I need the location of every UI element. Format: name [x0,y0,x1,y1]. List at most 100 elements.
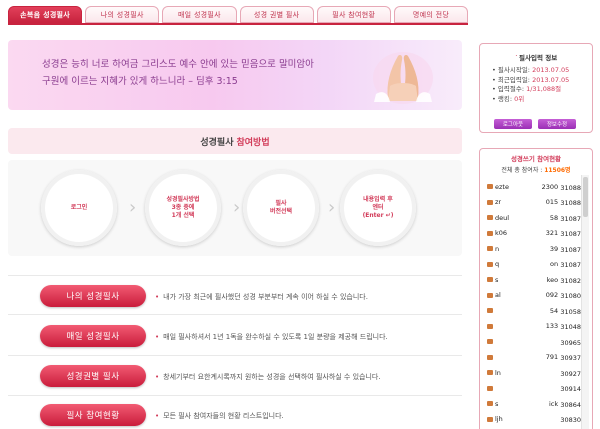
tab-participation-status[interactable]: 필사 참여현황 [316,6,391,23]
participant-list[interactable]: ezte 2300 31088절 zr 015 31088절 deul 58 31087절 k06… [487,179,587,429]
step-3-line-2: 버전선택 [269,208,293,215]
list-item: al 092 31080절 [487,288,587,304]
list-item: s ick 30864절 [487,396,587,412]
list-item: 30965절 [487,334,587,350]
user-icon [487,416,493,422]
participant-partial: 133 [545,322,559,331]
participant-partial: 54 [549,306,559,315]
copy-info-title: ˙필사입력 정보 [514,54,558,62]
list-item: 30914절 [487,381,587,397]
user-icon [487,215,493,221]
participant-partial: 791 [545,353,559,362]
step-select-version: 필사 버전선택 [243,170,319,246]
verse-line-2: 구원에 이르는 지혜가 있게 하느니라 – 딤후 3:15 [42,76,238,87]
user-icon [487,323,493,329]
divider [8,355,462,356]
book-copy-desc: • 창세기부터 요한계시록까지 원하는 성경을 선택하여 필사하실 수 있습니다. [155,373,381,381]
user-icon [487,292,493,298]
tab-book-copy[interactable]: 성경 권별 필사 [239,6,314,23]
list-item: 54 31058절 [487,303,587,319]
list-item: 791 30937절 [487,350,587,366]
user-icon [487,199,493,205]
list-item: ln 30927절 [487,365,587,381]
list-item: 133 31048절 [487,319,587,335]
participant-list-scrollbar[interactable] [581,175,589,429]
list-item: ljh 30830절 [487,412,587,428]
chevron-right-icon: › [328,197,336,218]
praying-hands-image [373,52,433,104]
participant-partial: 321 [545,229,559,238]
step-2-line-1: 성경필사방법 [166,196,200,203]
step-1-text: 로그인 [70,204,88,211]
tab-daily-copy[interactable]: 매일 성경필사 [162,6,237,23]
ranking: • 랭킹: 0위 [492,94,525,103]
top-navigation: 손복음 성경필사 나의 성경필사 매일 성경필사 성경 권별 필사 필사 참여현… [8,6,469,23]
user-icon [487,401,493,407]
participant-partial: ick [549,399,559,408]
participant-name: k06 [495,229,508,238]
daily-copy-button[interactable]: 매일 성경필사 [40,325,146,347]
edit-info-button[interactable]: 정보수정 [538,119,576,129]
user-icon [487,385,493,391]
divider [8,314,462,315]
participant-partial: 2300 [541,182,559,191]
step-2-line-3: 1개 선택 [171,212,195,219]
step-4-line-1: 내용입력 후 [363,196,393,203]
participant-name: q [495,260,500,269]
participant-partial: 092 [545,291,559,300]
user-icon [487,339,493,345]
list-item: zr 015 31088절 [487,195,587,211]
step-2-line-2: 3종 중에 [171,204,195,211]
step-4-line-3: (Enter ↵) [362,212,394,219]
step-enter-content: 내용입력 후 엔터 (Enter ↵) [340,170,416,246]
status-title: 성경쓰기 참여현황 [510,155,562,163]
verse-line-1: 성경은 능히 너로 하여금 그리스도 예수 안에 있는 믿음으로 말미암아 [42,59,314,70]
participation-status-desc: • 모든 필사 참여자들의 현황 리스트입니다. [155,412,284,420]
logout-button[interactable]: 로그아웃 [494,119,532,129]
participant-partial: on [550,260,559,269]
participant-name: ezte [495,182,509,191]
participant-name: al [495,291,501,300]
divider [8,395,462,396]
chevron-right-icon: › [233,197,241,218]
participant-name: s [495,399,499,408]
status-total: 전체 총 참여자 : 11506명 [501,167,571,174]
my-bible-copy-button[interactable]: 나의 성경필사 [40,285,146,307]
participant-partial: 39 [549,244,559,253]
user-icon [487,246,493,252]
list-item: ezte 2300 31088절 [487,179,587,195]
tab-son-bokeum[interactable]: 손복음 성경필사 [8,6,83,23]
recent-date: • 최근입력일: 2013.07.05 [492,75,570,84]
user-icon [487,261,493,267]
tab-my-bible-copy[interactable]: 나의 성경필사 [85,6,160,23]
section-title-accent: 참여방법 [236,137,270,148]
user-icon [487,354,493,360]
verse-count: • 입력절수: 1/31,088절 [492,85,562,93]
list-item: k06 321 31087절 [487,226,587,242]
participant-name: n [495,244,500,253]
divider [8,275,462,276]
scrollbar-thumb[interactable] [583,177,588,217]
steps-panel: 로그인 › 성경필사방법 3종 중에 1개 선택 › 필사 버전선택 › 내용입… [8,160,462,256]
step-choose-method: 성경필사방법 3종 중에 1개 선택 [145,170,221,246]
participant-name: s [495,275,499,284]
participation-status-button[interactable]: 필사 참여현황 [40,404,146,426]
section-title: 성경필사 [200,137,234,148]
participant-partial: keo [546,275,559,284]
list-item: q on 31087절 [487,257,587,273]
user-icon [487,277,493,283]
participant-partial: 015 [545,198,559,207]
book-copy-button[interactable]: 성경권별 필사 [40,365,146,387]
step-login: 로그인 [41,170,117,246]
participant-name: deul [495,213,510,222]
list-item: deul 58 31087절 [487,210,587,226]
user-icon [487,230,493,236]
verse-banner: 성경은 능히 너로 하여금 그리스도 예수 안에 있는 믿음으로 말미암아 구원… [8,40,462,110]
verse-text: 성경은 능히 너로 하여금 그리스도 예수 안에 있는 믿음으로 말미암아 구원… [42,56,362,90]
start-date: • 필사시작일: 2013.07.05 [492,66,570,74]
list-item: n 39 31087절 [487,241,587,257]
chevron-right-icon: › [129,197,137,218]
step-3-line-1: 필사 [275,200,287,207]
tab-hall-of-fame[interactable]: 명예의 전당 [393,6,469,23]
participant-name: zr [495,198,502,207]
